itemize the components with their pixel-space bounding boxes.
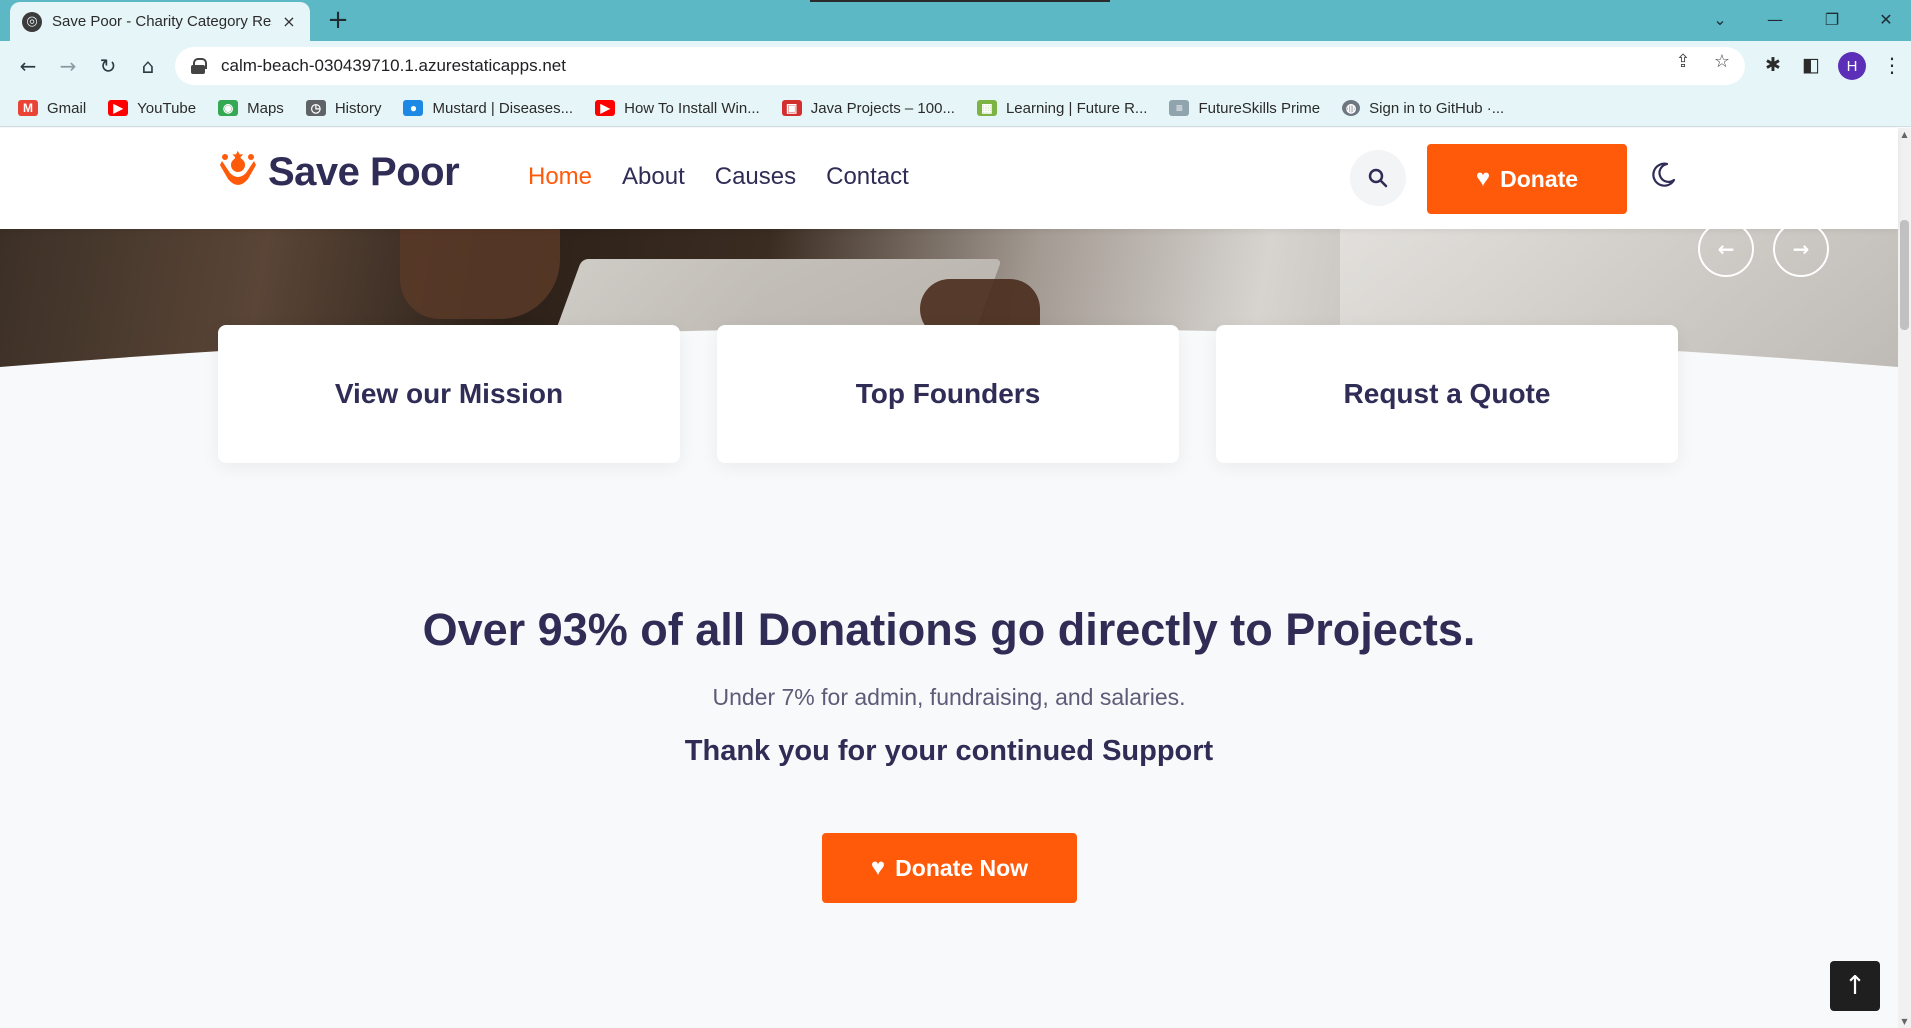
bookmark-youtube[interactable]: ▶ YouTube	[108, 100, 196, 117]
search-button[interactable]	[1350, 150, 1406, 206]
charity-person-logo-icon	[218, 150, 258, 195]
extensions-puzzle-icon[interactable]: ✱	[1759, 51, 1787, 79]
learning-icon: ▦	[976, 100, 997, 116]
donate-now-button[interactable]: ♥ Donate Now	[822, 833, 1077, 903]
nav-home[interactable]: Home	[528, 163, 592, 191]
bookmark-java-projects[interactable]: ▣ Java Projects – 100...	[781, 99, 955, 117]
feature-card-title: View our Mission	[334, 378, 564, 409]
dark-mode-toggle[interactable]	[1648, 160, 1678, 190]
tab-close-icon[interactable]: ×	[280, 12, 298, 31]
feature-card-title: Top Founders	[855, 378, 1041, 409]
heart-icon: ♥	[870, 854, 886, 881]
bookmark-maps[interactable]: ◉ Maps	[218, 100, 284, 117]
scroll-down-arrow-icon[interactable]: ▼	[1900, 1017, 1909, 1026]
github-icon: ◍	[1342, 100, 1361, 116]
home-icon[interactable]: ⌂	[132, 50, 164, 82]
forward-icon[interactable]: →	[52, 50, 84, 82]
restore-icon[interactable]: ❐	[1812, 4, 1852, 34]
nav-causes[interactable]: Causes	[715, 163, 796, 191]
profile-avatar[interactable]: H	[1838, 52, 1866, 80]
bookmark-mustard[interactable]: ● Mustard | Diseases...	[403, 100, 573, 117]
window-close-icon[interactable]: ✕	[1866, 4, 1906, 34]
globe-icon: ◎	[22, 11, 42, 32]
url-text: calm-beach-030439710.1.azurestaticapps.n…	[221, 56, 566, 75]
slider-prev-button[interactable]: ←	[1698, 221, 1754, 277]
bookmarks-bar: M Gmail ▶ YouTube ◉ Maps ◷ History ● Mus…	[0, 90, 1911, 127]
scroll-up-arrow-icon[interactable]: ▲	[1900, 130, 1909, 139]
bookmark-label: History	[334, 99, 382, 117]
bookmark-install-windows[interactable]: ▶ How To Install Win...	[595, 100, 760, 117]
browser-menu-icon[interactable]: ⋮	[1882, 51, 1902, 79]
bookmark-label: Learning | Future R...	[1005, 99, 1148, 117]
donations-subline: Under 7% for admin, fundraising, and sal…	[712, 684, 1186, 710]
slider-next-button[interactable]: →	[1773, 221, 1829, 277]
nav-contact[interactable]: Contact	[826, 163, 909, 191]
tab-strip-divider	[810, 0, 1110, 2]
tab-title: Save Poor - Charity Category Res	[52, 13, 272, 30]
donations-headline: Over 93% of all Donations go directly to…	[422, 604, 1476, 655]
bookmark-gmail[interactable]: M Gmail	[18, 100, 86, 117]
browser-tab[interactable]: ◎ Save Poor - Charity Category Res ×	[10, 2, 310, 41]
feature-card-mission[interactable]: View our Mission	[218, 325, 680, 463]
history-icon: ◷	[305, 100, 326, 116]
bookmark-label: How To Install Win...	[624, 99, 760, 117]
thanks-message: Thank you for your continued Support	[684, 735, 1214, 767]
youtube-icon: ▶	[595, 100, 616, 116]
browser-tab-bar: ◎ Save Poor - Charity Category Res × + ⌄…	[0, 0, 1911, 41]
lock-icon[interactable]	[191, 58, 207, 74]
site-header: Save Poor Home About Causes Contact ♥ Do…	[0, 128, 1898, 229]
heart-icon: ♥	[1475, 165, 1491, 192]
address-bar[interactable]: calm-beach-030439710.1.azurestaticapps.n…	[175, 47, 1745, 85]
mustard-icon: ●	[403, 100, 424, 116]
feature-card-quote[interactable]: Requst a Quote	[1216, 325, 1678, 463]
logo-text: Save Poor	[268, 150, 460, 194]
browser-toolbar: ← → ↻ ⌂ calm-beach-030439710.1.azurestat…	[0, 41, 1911, 90]
reload-icon[interactable]: ↻	[92, 50, 124, 82]
futureskills-icon: ≡	[1169, 100, 1190, 116]
feature-card-founders[interactable]: Top Founders	[717, 325, 1179, 463]
bookmark-label: Mustard | Diseases...	[432, 99, 574, 117]
nav-about[interactable]: About	[622, 163, 685, 191]
bookmark-history[interactable]: ◷ History	[305, 99, 382, 117]
site-logo[interactable]: Save Poor	[218, 150, 460, 195]
tab-search-chevron-icon[interactable]: ⌄	[1700, 4, 1740, 34]
donate-button[interactable]: ♥ Donate	[1427, 144, 1627, 214]
main-nav: Home About Causes Contact	[528, 163, 939, 191]
donate-now-label: Donate Now	[895, 854, 1029, 881]
donate-button-label: Donate	[1500, 165, 1579, 192]
feature-card-title: Requst a Quote	[1343, 378, 1551, 409]
bookmark-label: YouTube	[137, 99, 197, 117]
bookmark-github[interactable]: ◍ Sign in to GitHub ·...	[1342, 100, 1504, 117]
back-to-top-button[interactable]: ↑	[1830, 961, 1880, 1011]
bookmark-label: Sign in to GitHub ·...	[1369, 99, 1505, 117]
side-panel-icon[interactable]: ◧	[1797, 51, 1825, 79]
bookmark-label: FutureSkills Prime	[1198, 99, 1321, 117]
scrollbar-thumb[interactable]	[1900, 220, 1909, 330]
bookmark-label: Maps	[247, 99, 284, 117]
gmail-icon: M	[18, 100, 38, 116]
share-icon[interactable]: ⇪	[1672, 50, 1694, 72]
bookmark-label: Java Projects – 100...	[810, 99, 955, 117]
maps-icon: ◉	[218, 100, 239, 116]
bookmark-learning[interactable]: ▦ Learning | Future R...	[976, 99, 1148, 117]
back-icon[interactable]: ←	[12, 50, 44, 82]
bookmark-futureskills[interactable]: ≡ FutureSkills Prime	[1169, 100, 1320, 117]
search-icon	[1368, 168, 1388, 188]
page-scrollbar[interactable]: ▲ ▼	[1898, 128, 1911, 1028]
youtube-icon: ▶	[108, 100, 129, 116]
moon-icon	[1652, 162, 1676, 187]
java-projects-icon: ▣	[781, 100, 802, 116]
bookmark-label: Gmail	[47, 99, 87, 117]
bookmark-star-icon[interactable]: ☆	[1711, 50, 1733, 72]
new-tab-button[interactable]: +	[324, 6, 352, 34]
minimize-icon[interactable]: —	[1755, 4, 1795, 34]
